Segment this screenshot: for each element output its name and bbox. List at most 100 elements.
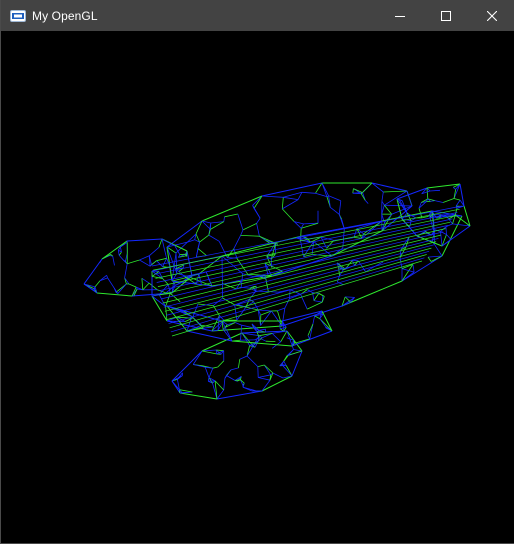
title-bar[interactable]: My OpenGL [1,0,514,31]
wire-edge [238,359,241,368]
wire-edge [284,298,290,309]
wire-edge [313,300,323,303]
wire-edge [241,332,260,337]
wire-edge [271,333,281,343]
wire-edge [321,182,329,196]
wire-edge [281,305,343,327]
wire-edge [112,256,115,266]
wire-edge [384,213,393,223]
wire-edge [360,182,373,194]
wire-edge [426,187,429,199]
wire-edge [148,247,160,257]
wire-edge [343,268,346,270]
close-button[interactable] [469,0,514,31]
wire-edge [235,322,242,326]
wire-edge [174,282,181,286]
wire-edge [391,205,413,215]
opengl-viewport[interactable] [2,31,514,543]
wire-edge [179,392,218,400]
close-icon [487,10,497,21]
wire-edge [106,275,108,279]
wire-edge [223,216,225,222]
wire-edge [240,229,244,236]
wire-edge [318,293,325,297]
wire-edge [241,332,254,347]
wire-edge [128,283,137,288]
wire-edge [141,277,150,284]
wire-edge [453,198,461,201]
wire-edge [117,283,127,294]
wire-edge [107,277,115,289]
wire-edge [230,367,239,371]
wire-edge [286,330,303,352]
wire-edge [283,191,303,198]
wire-edge [258,309,272,312]
wire-edge [217,360,225,368]
wireframe-edges [83,182,471,400]
wire-edge [161,231,444,300]
wire-edge [301,191,316,194]
wire-edge [446,234,452,240]
wire-edge [286,330,294,350]
wire-edge [261,182,323,197]
wire-edge [158,238,163,248]
wire-edge [313,293,320,301]
wire-edge [186,316,193,332]
wire-edge [277,310,283,327]
minimize-icon [395,15,405,17]
wire-edge [212,366,218,369]
wire-edge [256,217,261,224]
wire-edge [253,208,261,219]
wire-edge [283,196,299,200]
wire-edge [455,199,461,207]
wire-edge [118,255,124,261]
wire-edge [441,215,463,257]
wire-edge [161,238,167,259]
wire-edge [179,253,186,256]
wire-edge [94,280,101,288]
wire-edge [364,200,369,204]
wire-edge [330,206,340,215]
wire-edge [208,368,214,378]
wire-edge [171,260,423,337]
wire-edge [352,192,363,194]
wire-edge [352,188,354,194]
wire-edge [158,294,166,307]
wire-edge [199,234,210,243]
wire-edge [271,255,333,277]
wire-edge [124,263,128,278]
wire-edge [328,195,341,202]
opengl-window-icon[interactable] [10,8,26,24]
wire-edge [280,330,288,343]
wire-edge [342,228,345,249]
wire-edge [162,258,167,267]
wire-edge [309,324,314,339]
wire-edge [205,366,213,369]
wire-edge [223,378,226,391]
maximize-button[interactable] [423,0,469,31]
wire-edge [442,198,455,203]
wire-edge [239,355,248,360]
minimize-button[interactable] [377,0,423,31]
wire-edge [241,273,243,280]
wire-edge [384,190,408,206]
wire-edge [257,364,265,367]
wire-edge [207,377,210,382]
wire-edge [101,240,128,260]
wire-edge [409,226,418,237]
wire-edge [233,235,241,249]
wire-edge [157,221,451,287]
wire-edge [338,214,345,229]
wire-edge [283,355,288,362]
wire-edge [345,296,355,298]
window-controls [377,0,514,31]
wire-edge [353,237,362,239]
wire-edge [141,278,144,290]
wire-edge [151,295,166,307]
wire-edge [156,257,167,262]
wire-edge [201,195,263,222]
opengl-window: My OpenGL [0,0,514,544]
wire-edge [259,275,266,277]
wire-edge [203,326,214,329]
wire-edge [165,293,171,307]
